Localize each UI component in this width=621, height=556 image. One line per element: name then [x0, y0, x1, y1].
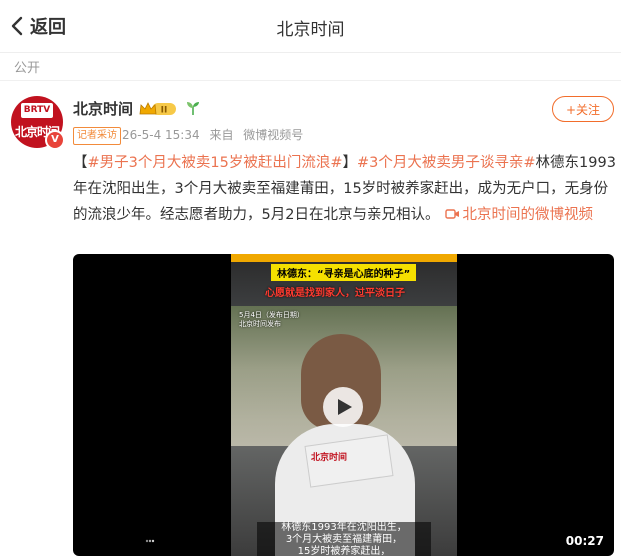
subtitle-line: 15岁时被养家赶出，	[297, 546, 391, 556]
hashtag-link[interactable]: #3个月大被卖男子谈寻亲#	[357, 155, 536, 171]
user-name[interactable]: 北京时间	[73, 98, 133, 119]
divider	[0, 80, 621, 81]
video-source-link[interactable]: 北京时间的微博视频	[462, 207, 593, 223]
hashtag-link[interactable]: #男子3个月大被卖15岁被赶出门流浪#	[88, 155, 343, 171]
loading-dots-icon	[145, 539, 155, 543]
bracket-open: 【	[73, 155, 88, 171]
play-icon	[338, 399, 352, 415]
page-title: 北京时间	[276, 20, 345, 40]
reporter-badge: 记者采访	[73, 127, 121, 145]
post-timestamp[interactable]: 26-5-4 15:34	[122, 128, 200, 142]
post-source: 微博视频号	[243, 128, 304, 142]
source-prefix: 来自	[209, 128, 234, 142]
date-note-line: 5月4日（发布日期）	[239, 311, 304, 319]
avatar[interactable]: BRTV 北京时间 V	[11, 96, 65, 150]
top-bar: 返回 北京时间	[0, 0, 621, 53]
play-button[interactable]	[323, 387, 363, 427]
level-badge-text: II	[161, 106, 168, 116]
sprout-icon	[187, 102, 199, 115]
brtv-logo: BRTV	[21, 103, 53, 118]
video-caption-title: 林德东：“寻亲是心底的种子”	[271, 264, 417, 281]
bracket-close: 】	[342, 155, 357, 171]
card-text: 北京时间	[311, 453, 348, 463]
video-player[interactable]: 北京时间 林德东：“寻亲是心底的种子” 心愿就是找到家人，过平淡日子 5月4日（…	[73, 254, 614, 556]
follow-button[interactable]: +关注	[552, 96, 614, 122]
post-meta: 26-5-4 15:34 来自 微博视频号	[122, 126, 309, 143]
video-caption-quote: 心愿就是找到家人，过平淡日子	[265, 288, 405, 299]
subtitle-line: 林德东1993年在沈阳出生，	[281, 522, 407, 533]
verified-icon: V	[45, 130, 65, 150]
video-subtitle: 林德东1993年在沈阳出生， 3个月大被卖至福建莆田， 15岁时被养家赶出，	[257, 522, 431, 556]
crown-level-icon: II	[139, 102, 176, 116]
subtitle-line: 3个月大被卖至福建莆田，	[285, 534, 403, 545]
date-note-line: 北京时间发布	[239, 320, 281, 328]
visibility-label: 公开	[14, 61, 41, 76]
post-body: 【#男子3个月大被卖15岁被赶出门流浪#】#3个月大被卖男子谈寻亲#林德东199…	[73, 150, 618, 228]
video-date-note: 5月4日（发布日期） 北京时间发布	[239, 311, 304, 329]
video-banner	[231, 254, 457, 262]
link-icon	[445, 209, 460, 219]
video-duration: 00:27	[565, 534, 604, 548]
